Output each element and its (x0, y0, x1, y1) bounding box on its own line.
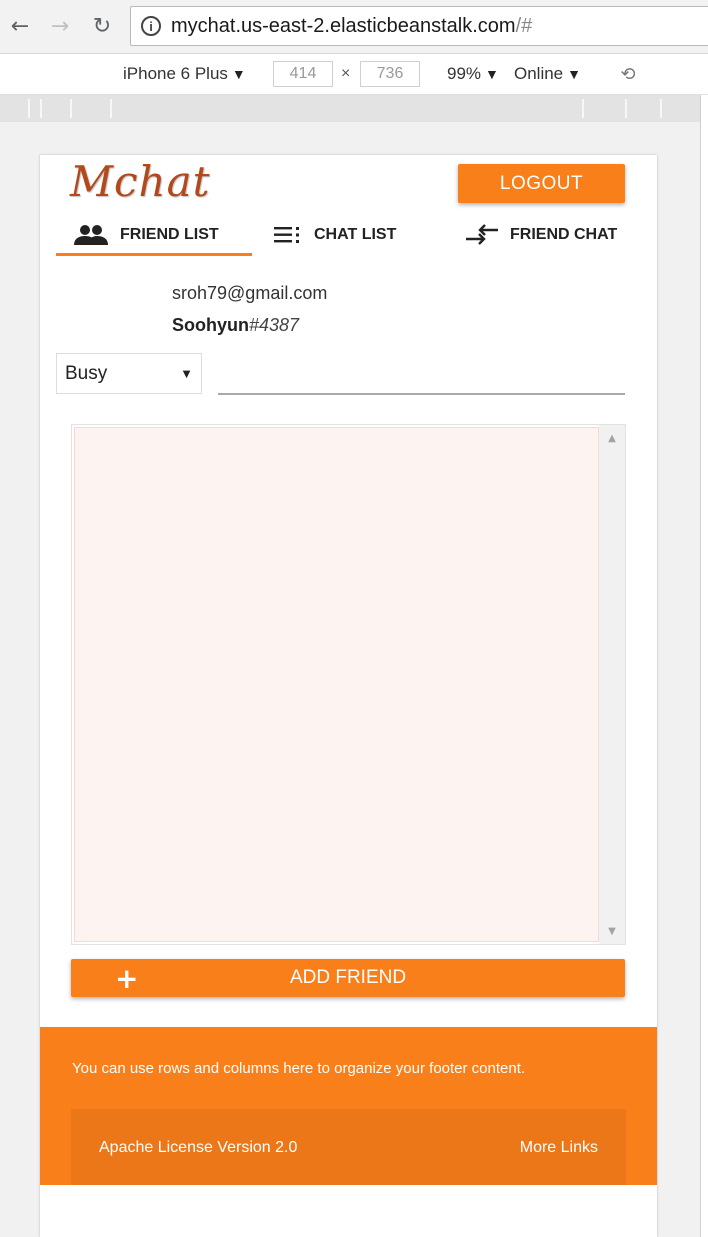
chevron-down-icon: ▼ (180, 366, 193, 381)
device-label: iPhone 6 Plus (123, 64, 228, 83)
address-bar[interactable]: i mychat.us-east-2.elasticbeanstalk.com /… (130, 6, 708, 46)
back-arrow-icon[interactable]: ← (6, 12, 34, 40)
app-viewport: Mchat LOGOUT FRIEND LIST CHAT LIST FRIEN… (40, 155, 657, 1237)
height-input[interactable]: 736 (360, 61, 420, 87)
footer-copyright-bar: Apache License Version 2.0 More Links (71, 1109, 626, 1185)
plus-icon: + (115, 962, 139, 995)
rotate-icon[interactable]: ⟲ (616, 62, 640, 86)
chevron-down-icon: ▼ (567, 66, 581, 82)
browser-toolbar: ← → ↻ i mychat.us-east-2.elasticbeanstal… (0, 0, 708, 54)
zoom-label: 99% (447, 64, 482, 83)
reload-icon[interactable]: ↻ (88, 12, 116, 40)
media-query-ruler (0, 95, 700, 122)
tab-label: FRIEND CHAT (510, 226, 618, 243)
user-name: Soohyun (172, 315, 249, 335)
tab-friend-chat[interactable]: FRIEND CHAT (466, 213, 617, 257)
scroll-down-icon[interactable]: ▼ (599, 922, 625, 940)
zoom-select[interactable]: 99% ▼ (447, 64, 499, 84)
active-tab-indicator (56, 253, 252, 256)
chevron-down-icon: ▼ (485, 66, 499, 82)
logout-button[interactable]: LOGOUT (458, 164, 625, 203)
user-email: sroh79@gmail.com (172, 283, 328, 303)
user-name-line: Soohyun#4387 (172, 315, 299, 336)
device-toolbar: iPhone 6 Plus ▼ 414 × 736 99% ▼ Online ▼… (0, 54, 708, 95)
people-icon (74, 224, 108, 246)
footer: You can use rows and columns here to org… (40, 1027, 657, 1185)
tab-bar: FRIEND LIST CHAT LIST FRIEND CHAT (56, 213, 626, 257)
tab-label: FRIEND LIST (120, 226, 219, 243)
friend-list-panel: ▲ ▼ (71, 424, 626, 945)
tab-friend-list[interactable]: FRIEND LIST (74, 213, 219, 257)
add-friend-button[interactable]: + ADD FRIEND (71, 959, 625, 997)
swap-arrows-icon (466, 224, 498, 246)
tab-chat-list[interactable]: CHAT LIST (274, 213, 396, 257)
status-select[interactable]: Busy ▼ (56, 353, 202, 394)
info-icon[interactable]: i (141, 16, 161, 36)
forward-arrow-icon[interactable]: → (46, 12, 74, 40)
footer-text: You can use rows and columns here to org… (72, 1060, 526, 1077)
device-select[interactable]: iPhone 6 Plus ▼ (123, 64, 246, 84)
width-input[interactable]: 414 (273, 61, 333, 87)
friend-list[interactable] (74, 427, 599, 942)
status-message-input[interactable] (218, 369, 625, 395)
add-friend-label: ADD FRIEND (289, 967, 407, 988)
more-links-link[interactable]: More Links (520, 1139, 598, 1157)
dimension-separator: × (341, 65, 351, 82)
status-value: Busy (65, 362, 108, 384)
chevron-down-icon: ▼ (231, 66, 246, 82)
url-host: mychat.us-east-2.elasticbeanstalk.com (171, 14, 516, 37)
logo: Mchat (70, 157, 211, 206)
devtools-edge (700, 95, 708, 1237)
list-icon (274, 226, 302, 244)
scrollbar[interactable]: ▲ ▼ (599, 425, 625, 944)
network-label: Online (514, 64, 564, 83)
url-path: /# (515, 14, 533, 37)
license-text: Apache License Version 2.0 (99, 1139, 298, 1156)
user-tag: #4387 (249, 315, 300, 335)
tab-label: CHAT LIST (314, 226, 397, 243)
network-select[interactable]: Online ▼ (514, 64, 581, 84)
scroll-up-icon[interactable]: ▲ (599, 429, 625, 447)
